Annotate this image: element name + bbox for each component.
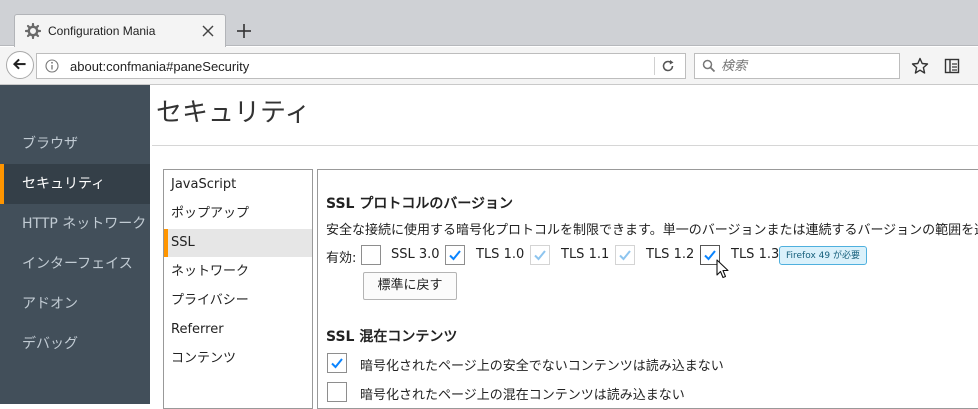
- subnav-item-ssl[interactable]: SSL: [164, 229, 312, 257]
- sub-navigation: JavaScript ポップアップ SSL ネットワーク プライバシー Refe…: [163, 169, 313, 409]
- checkmark-icon: [331, 358, 343, 369]
- search-input[interactable]: [721, 57, 891, 75]
- search-bar[interactable]: [694, 53, 900, 79]
- sidebar-item-addons[interactable]: アドオン: [0, 284, 150, 324]
- checkmark-icon: [704, 250, 716, 261]
- tab-title: Configuration Mania: [48, 24, 156, 38]
- ssl-protocol-heading: SSL プロトコルのバージョン: [326, 196, 514, 212]
- star-icon[interactable]: [911, 57, 929, 75]
- url-separator: [654, 57, 655, 75]
- category-sidebar: ブラウザ セキュリティ HTTP ネットワーク インターフェイス アドオン デバ…: [0, 85, 150, 404]
- tls11-checkbox[interactable]: [530, 245, 550, 265]
- title-divider: [152, 145, 978, 146]
- close-icon[interactable]: [201, 24, 215, 38]
- block-insecure-content-checkbox[interactable]: [327, 353, 347, 373]
- plus-icon[interactable]: [235, 22, 253, 40]
- subnav-item-content[interactable]: コンテンツ: [164, 345, 312, 373]
- mouse-pointer-icon: [716, 259, 729, 279]
- search-icon: [702, 59, 716, 73]
- navigation-bar: about:confmania#paneSecurity: [0, 47, 978, 85]
- subnav-item-referrer[interactable]: Referrer: [164, 316, 312, 344]
- browser-tab[interactable]: Configuration Mania: [14, 14, 226, 47]
- tls13-label: TLS 1.3: [731, 247, 780, 262]
- tls12-checkbox[interactable]: [615, 245, 635, 265]
- back-arrow-icon: [12, 58, 26, 70]
- subnav-item-network[interactable]: ネットワーク: [164, 258, 312, 286]
- requirement-tooltip: Firefox 49 が必要: [779, 246, 867, 265]
- ssl30-label: SSL 3.0: [391, 247, 440, 262]
- enabled-label: 有効:: [326, 251, 357, 266]
- checkmark-icon: [534, 250, 546, 261]
- gear-icon: [25, 23, 41, 39]
- library-icon[interactable]: [943, 57, 961, 75]
- tls12-label: TLS 1.2: [646, 247, 695, 262]
- checkmark-icon: [619, 250, 631, 261]
- reload-icon[interactable]: [661, 59, 675, 73]
- reset-default-button[interactable]: 標準に戻す: [363, 272, 457, 300]
- tls10-label: TLS 1.0: [476, 247, 525, 262]
- sidebar-item-interface[interactable]: インターフェイス: [0, 244, 150, 284]
- block-mixed-content-checkbox[interactable]: [327, 382, 347, 402]
- sidebar-item-security[interactable]: セキュリティ: [0, 164, 150, 204]
- url-text[interactable]: about:confmania#paneSecurity: [70, 59, 249, 74]
- tls10-checkbox[interactable]: [445, 245, 465, 265]
- sidebar-item-debug[interactable]: デバッグ: [0, 324, 150, 364]
- checkmark-icon: [449, 250, 461, 261]
- sidebar-item-http-network[interactable]: HTTP ネットワーク: [0, 204, 150, 244]
- block-mixed-content-label: 暗号化されたページ上の混在コンテンツは読み込まない: [360, 388, 685, 403]
- subnav-item-popup[interactable]: ポップアップ: [164, 200, 312, 228]
- back-button[interactable]: [6, 51, 34, 79]
- tab-strip: Configuration Mania: [0, 0, 978, 47]
- url-bar[interactable]: about:confmania#paneSecurity: [36, 53, 686, 79]
- mixed-content-heading: SSL 混在コンテンツ: [326, 329, 458, 345]
- tls11-label: TLS 1.1: [561, 247, 610, 262]
- sidebar-item-browser[interactable]: ブラウザ: [0, 124, 150, 164]
- block-insecure-content-label: 暗号化されたページ上の安全でないコンテンツは読み込まない: [360, 359, 724, 374]
- ssl-protocol-description: 安全な接続に使用する暗号化プロトコルを制限できます。単一のバージョンまたは連続す…: [326, 223, 978, 238]
- ssl30-checkbox[interactable]: [361, 245, 381, 265]
- page-title: セキュリティ: [156, 98, 311, 128]
- subnav-item-privacy[interactable]: プライバシー: [164, 287, 312, 315]
- subnav-item-javascript[interactable]: JavaScript: [164, 171, 312, 199]
- info-icon[interactable]: [45, 59, 59, 73]
